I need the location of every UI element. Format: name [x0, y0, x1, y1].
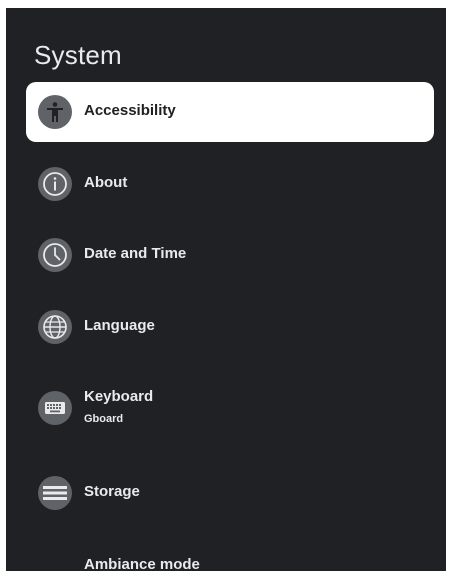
menu-item-label: Language — [84, 317, 155, 334]
menu-item-label: Date and Time — [84, 245, 187, 262]
menu-item-label: Accessibility — [84, 102, 176, 119]
settings-panel: System Accessibility About Date and Time… — [6, 8, 446, 571]
globe-icon — [38, 310, 72, 344]
menu-item-about[interactable]: About — [26, 154, 434, 214]
clock-icon — [38, 238, 72, 272]
menu-item-sublabel: Gboard — [84, 413, 124, 425]
storage-icon — [38, 476, 72, 510]
keyboard-icon — [38, 391, 72, 425]
menu-item-label: About — [84, 174, 128, 191]
menu-item-keyboard[interactable]: Keyboard Gboard — [26, 378, 434, 438]
menu-item-storage[interactable]: Storage — [26, 463, 434, 523]
menu-item-date-and-time[interactable]: Date and Time — [26, 225, 434, 285]
menu-item-label: Storage — [84, 483, 140, 500]
menu-item-ambiance-mode[interactable]: Ambiance mode — [26, 538, 434, 571]
page-title: System — [34, 40, 122, 70]
menu-item-label: Ambiance mode — [84, 556, 200, 571]
menu-item-label: Keyboard — [84, 388, 154, 405]
menu-item-language[interactable]: Language — [26, 297, 434, 357]
menu-item-accessibility[interactable]: Accessibility — [26, 82, 434, 142]
accessibility-icon — [38, 95, 72, 129]
info-icon — [38, 167, 72, 201]
